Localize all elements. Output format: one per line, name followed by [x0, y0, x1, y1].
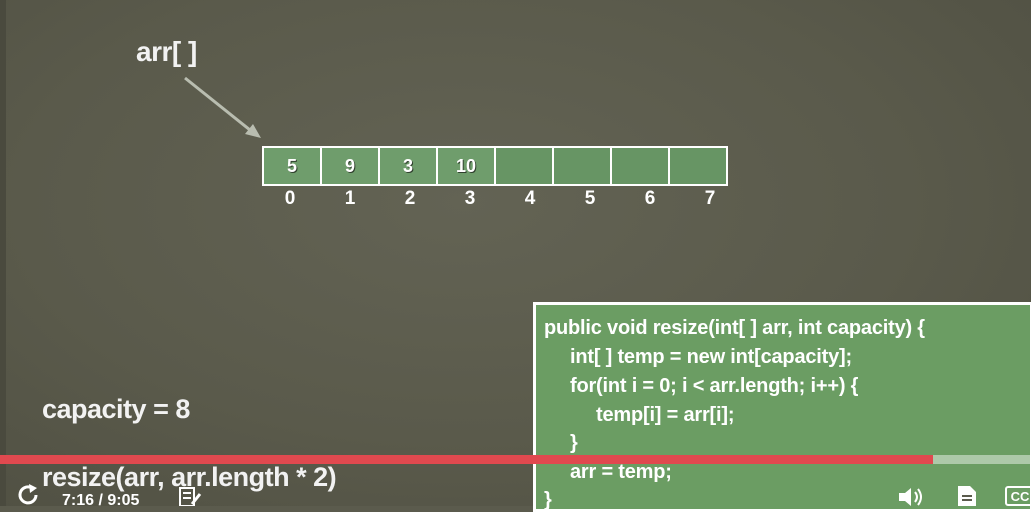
code-line: } — [570, 432, 578, 454]
array-index: 0 — [284, 188, 296, 209]
array-label: arr[ ] — [136, 36, 197, 67]
array-index: 3 — [464, 188, 476, 209]
code-line: } — [544, 489, 552, 511]
array-cell: 5 — [262, 146, 322, 186]
replay-icon[interactable] — [16, 484, 42, 506]
array-index: 7 — [704, 188, 716, 209]
notes-icon[interactable] — [178, 486, 202, 506]
pointer-arrow — [184, 76, 261, 138]
array-index: 2 — [404, 188, 416, 209]
array-cell — [610, 146, 670, 186]
array-cell — [494, 146, 554, 186]
array-index: 5 — [584, 188, 596, 209]
code-snippet: public void resize(int[ ] arr, int capac… — [533, 302, 1031, 512]
closed-captions-icon[interactable]: CC — [1005, 486, 1031, 506]
time-display: 7:16 / 9:05 — [62, 492, 140, 509]
array-cells: 5 9 3 10 — [262, 146, 728, 186]
capacity-text: capacity = 8 — [42, 394, 190, 424]
array-cell — [552, 146, 612, 186]
array-cell: 3 — [378, 146, 438, 186]
video-frame[interactable]: arr[ ] 5 9 3 10 0 1 2 3 4 5 6 7 capacity… — [0, 0, 1031, 512]
frame-edge — [0, 0, 6, 506]
array-indices: 0 1 2 3 4 5 6 7 — [262, 188, 738, 210]
code-line: public void resize(int[ ] arr, int capac… — [544, 317, 925, 339]
array-index: 4 — [524, 188, 536, 209]
transcript-icon[interactable] — [955, 484, 979, 506]
code-line: arr = temp; — [570, 461, 672, 483]
array-cell: 9 — [320, 146, 380, 186]
array-cell: 10 — [436, 146, 496, 186]
array-index: 6 — [644, 188, 656, 209]
array-cell — [668, 146, 728, 186]
code-line: int[ ] temp = new int[capacity]; — [570, 346, 852, 368]
volume-icon[interactable] — [897, 486, 927, 506]
array-index: 1 — [344, 188, 356, 209]
code-line: temp[i] = arr[i]; — [596, 404, 735, 426]
code-line: for(int i = 0; i < arr.length; i++) { — [570, 375, 859, 397]
